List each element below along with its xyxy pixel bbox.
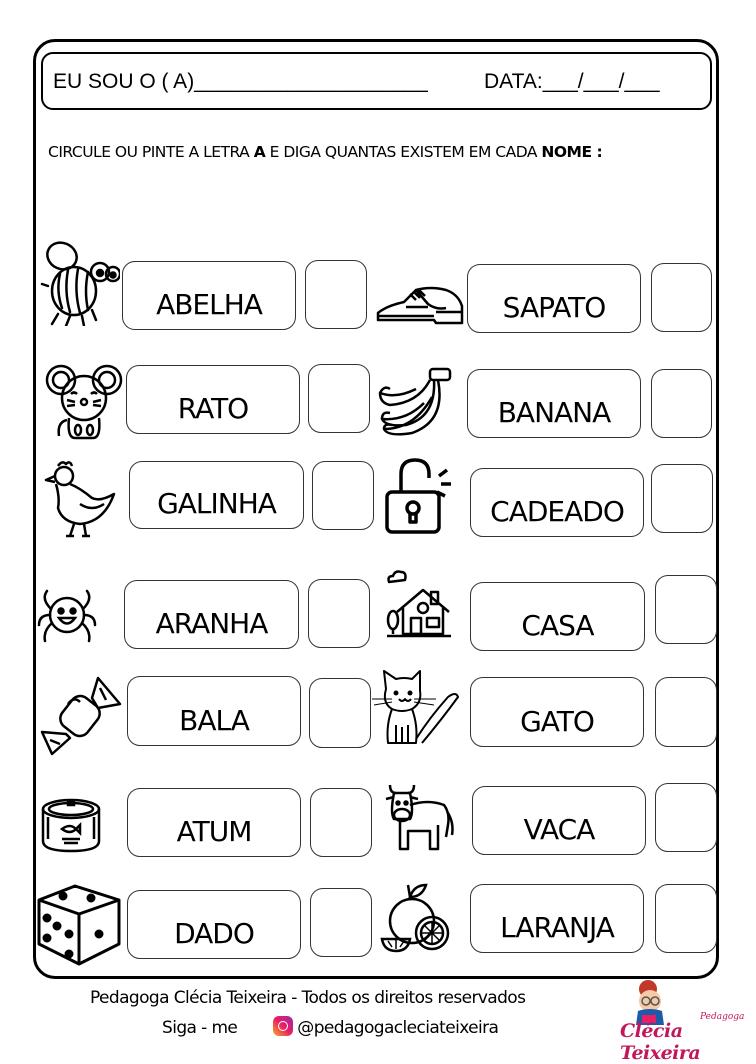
count-box-vaca[interactable] bbox=[655, 783, 717, 852]
instr-letter: A bbox=[253, 143, 266, 161]
word-box-aranha: ARANHA bbox=[124, 580, 299, 649]
padlock-icon bbox=[385, 456, 455, 536]
count-box-atum[interactable] bbox=[310, 788, 372, 857]
count-box-bala[interactable] bbox=[309, 678, 371, 748]
count-box-rato[interactable] bbox=[308, 364, 370, 433]
bee-icon bbox=[40, 236, 122, 328]
instr-text-1: CIRCULE OU PINTE A LETRA bbox=[48, 143, 254, 161]
banana-icon bbox=[376, 367, 454, 439]
count-box-casa[interactable] bbox=[655, 575, 717, 644]
tuna-can-icon bbox=[40, 797, 102, 853]
word-box-dado: DADO bbox=[127, 890, 301, 959]
count-box-dado[interactable] bbox=[310, 888, 372, 957]
count-box-abelha[interactable] bbox=[305, 260, 367, 329]
word-box-sapato: SAPATO bbox=[467, 264, 641, 333]
instagram-icon bbox=[273, 1016, 294, 1036]
hen-icon bbox=[40, 458, 120, 540]
logo-text: Clécia Teixeira bbox=[620, 1020, 701, 1064]
instr-text-2: E DIGA QUANTAS EXISTEM bbox=[265, 143, 469, 161]
follow-line: Siga - me @pedagogacleciateixeira bbox=[162, 1016, 499, 1038]
house-icon bbox=[385, 568, 453, 640]
count-box-banana[interactable] bbox=[651, 369, 712, 438]
count-box-laranja[interactable] bbox=[655, 884, 717, 953]
mouse-icon bbox=[45, 362, 123, 442]
word-box-cadeado: CADEADO bbox=[470, 468, 644, 537]
word-box-laranja: LARANJA bbox=[470, 884, 644, 953]
cat-icon bbox=[372, 669, 462, 751]
instagram-link[interactable]: @pedagogacleciateixeira bbox=[273, 1016, 499, 1038]
word-box-bala: BALA bbox=[127, 676, 301, 746]
count-box-aranha[interactable] bbox=[308, 579, 370, 648]
count-box-sapato[interactable] bbox=[651, 263, 712, 332]
date-field[interactable]: DATA:___/___/___ bbox=[484, 70, 660, 94]
word-box-casa: CASA bbox=[470, 582, 645, 651]
instr-text-4: NOME : bbox=[541, 143, 603, 161]
dice-icon bbox=[37, 882, 123, 966]
shoe-icon bbox=[376, 280, 464, 325]
follow-label: Siga - me bbox=[162, 1018, 238, 1038]
count-box-gato[interactable] bbox=[655, 677, 717, 747]
instructions: CIRCULE OU PINTE A LETRA A E DIGA QUANTA… bbox=[48, 138, 668, 166]
instagram-handle: @pedagogacleciateixeira bbox=[297, 1018, 499, 1038]
word-box-banana: BANANA bbox=[467, 369, 641, 438]
word-box-vaca: VACA bbox=[472, 786, 646, 855]
orange-icon bbox=[380, 883, 452, 953]
word-box-atum: ATUM bbox=[127, 788, 301, 857]
copyright-text: Pedagoga Clécia Teixeira - Todos os dire… bbox=[90, 988, 526, 1008]
candy-icon bbox=[40, 674, 124, 758]
student-name-field[interactable]: EU SOU O ( A)____________________ bbox=[53, 70, 428, 94]
count-box-cadeado[interactable] bbox=[651, 464, 713, 533]
count-box-galinha[interactable] bbox=[312, 461, 374, 530]
instr-text-3: EM CADA bbox=[468, 143, 542, 161]
word-box-rato: RATO bbox=[126, 365, 300, 434]
spider-icon bbox=[37, 583, 97, 643]
cow-icon bbox=[384, 783, 456, 855]
word-box-abelha: ABELHA bbox=[122, 261, 296, 330]
word-box-galinha: GALINHA bbox=[129, 461, 304, 529]
word-box-gato: GATO bbox=[470, 677, 644, 747]
